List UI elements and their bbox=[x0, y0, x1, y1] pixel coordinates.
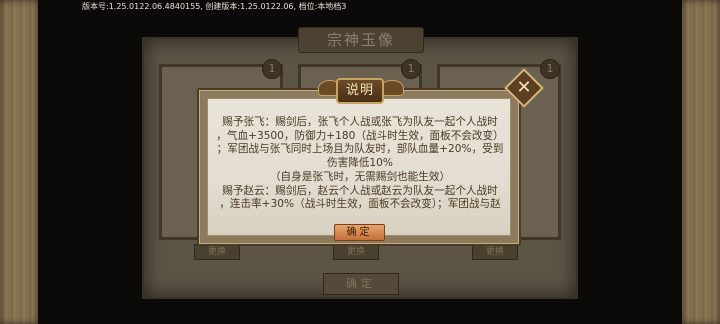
dialog-title: 说明 bbox=[336, 78, 384, 104]
content-line-3: ；军团战与张飞同时上场且为队友时，部队血量+20%，受到 bbox=[216, 143, 504, 156]
card-3-badge: 1 bbox=[540, 59, 560, 79]
dialog-content[interactable]: 赐予张飞：赐剑后，张飞个人战或张飞为队友一起个人战时 ，气血+3500，防御力+… bbox=[212, 116, 508, 212]
content-line-7: ，连击率+30%（战斗时生效，面板不会改变）；军团战与赵 bbox=[219, 198, 501, 211]
card-2-badge: 1 bbox=[401, 59, 421, 79]
content-line-5: （自身是张飞时，无需赐剑也能生效） bbox=[269, 170, 451, 183]
card-3-change-button: 更换 bbox=[472, 244, 518, 260]
background-title: 宗神玉像 bbox=[298, 27, 424, 53]
left-border-texture bbox=[0, 0, 38, 324]
right-border-texture bbox=[682, 0, 720, 324]
content-line-2: ，气血+3500，防御力+180（战斗时生效，面板不会改变） bbox=[216, 129, 504, 142]
background-confirm-button: 确定 bbox=[323, 273, 399, 295]
confirm-button[interactable]: 确定 bbox=[334, 224, 385, 241]
card-1-change-button: 更换 bbox=[194, 244, 240, 260]
content-line-1: 赐予张飞：赐剑后，张飞个人战或张飞为队友一起个人战时 bbox=[222, 116, 498, 128]
content-line-4: 伤害降低10% bbox=[327, 157, 393, 170]
card-1-badge: 1 bbox=[262, 59, 282, 79]
card-2-change-button: 更换 bbox=[333, 244, 379, 260]
version-info: 版本号:1.25.0122.06.4840155, 创建版本:1.25.0122… bbox=[82, 2, 347, 11]
close-icon[interactable]: ✕ bbox=[510, 74, 538, 102]
content-line-6: 赐予赵云：赐剑后，赵云个人战或赵云为队友一起个人战时 bbox=[222, 184, 498, 197]
